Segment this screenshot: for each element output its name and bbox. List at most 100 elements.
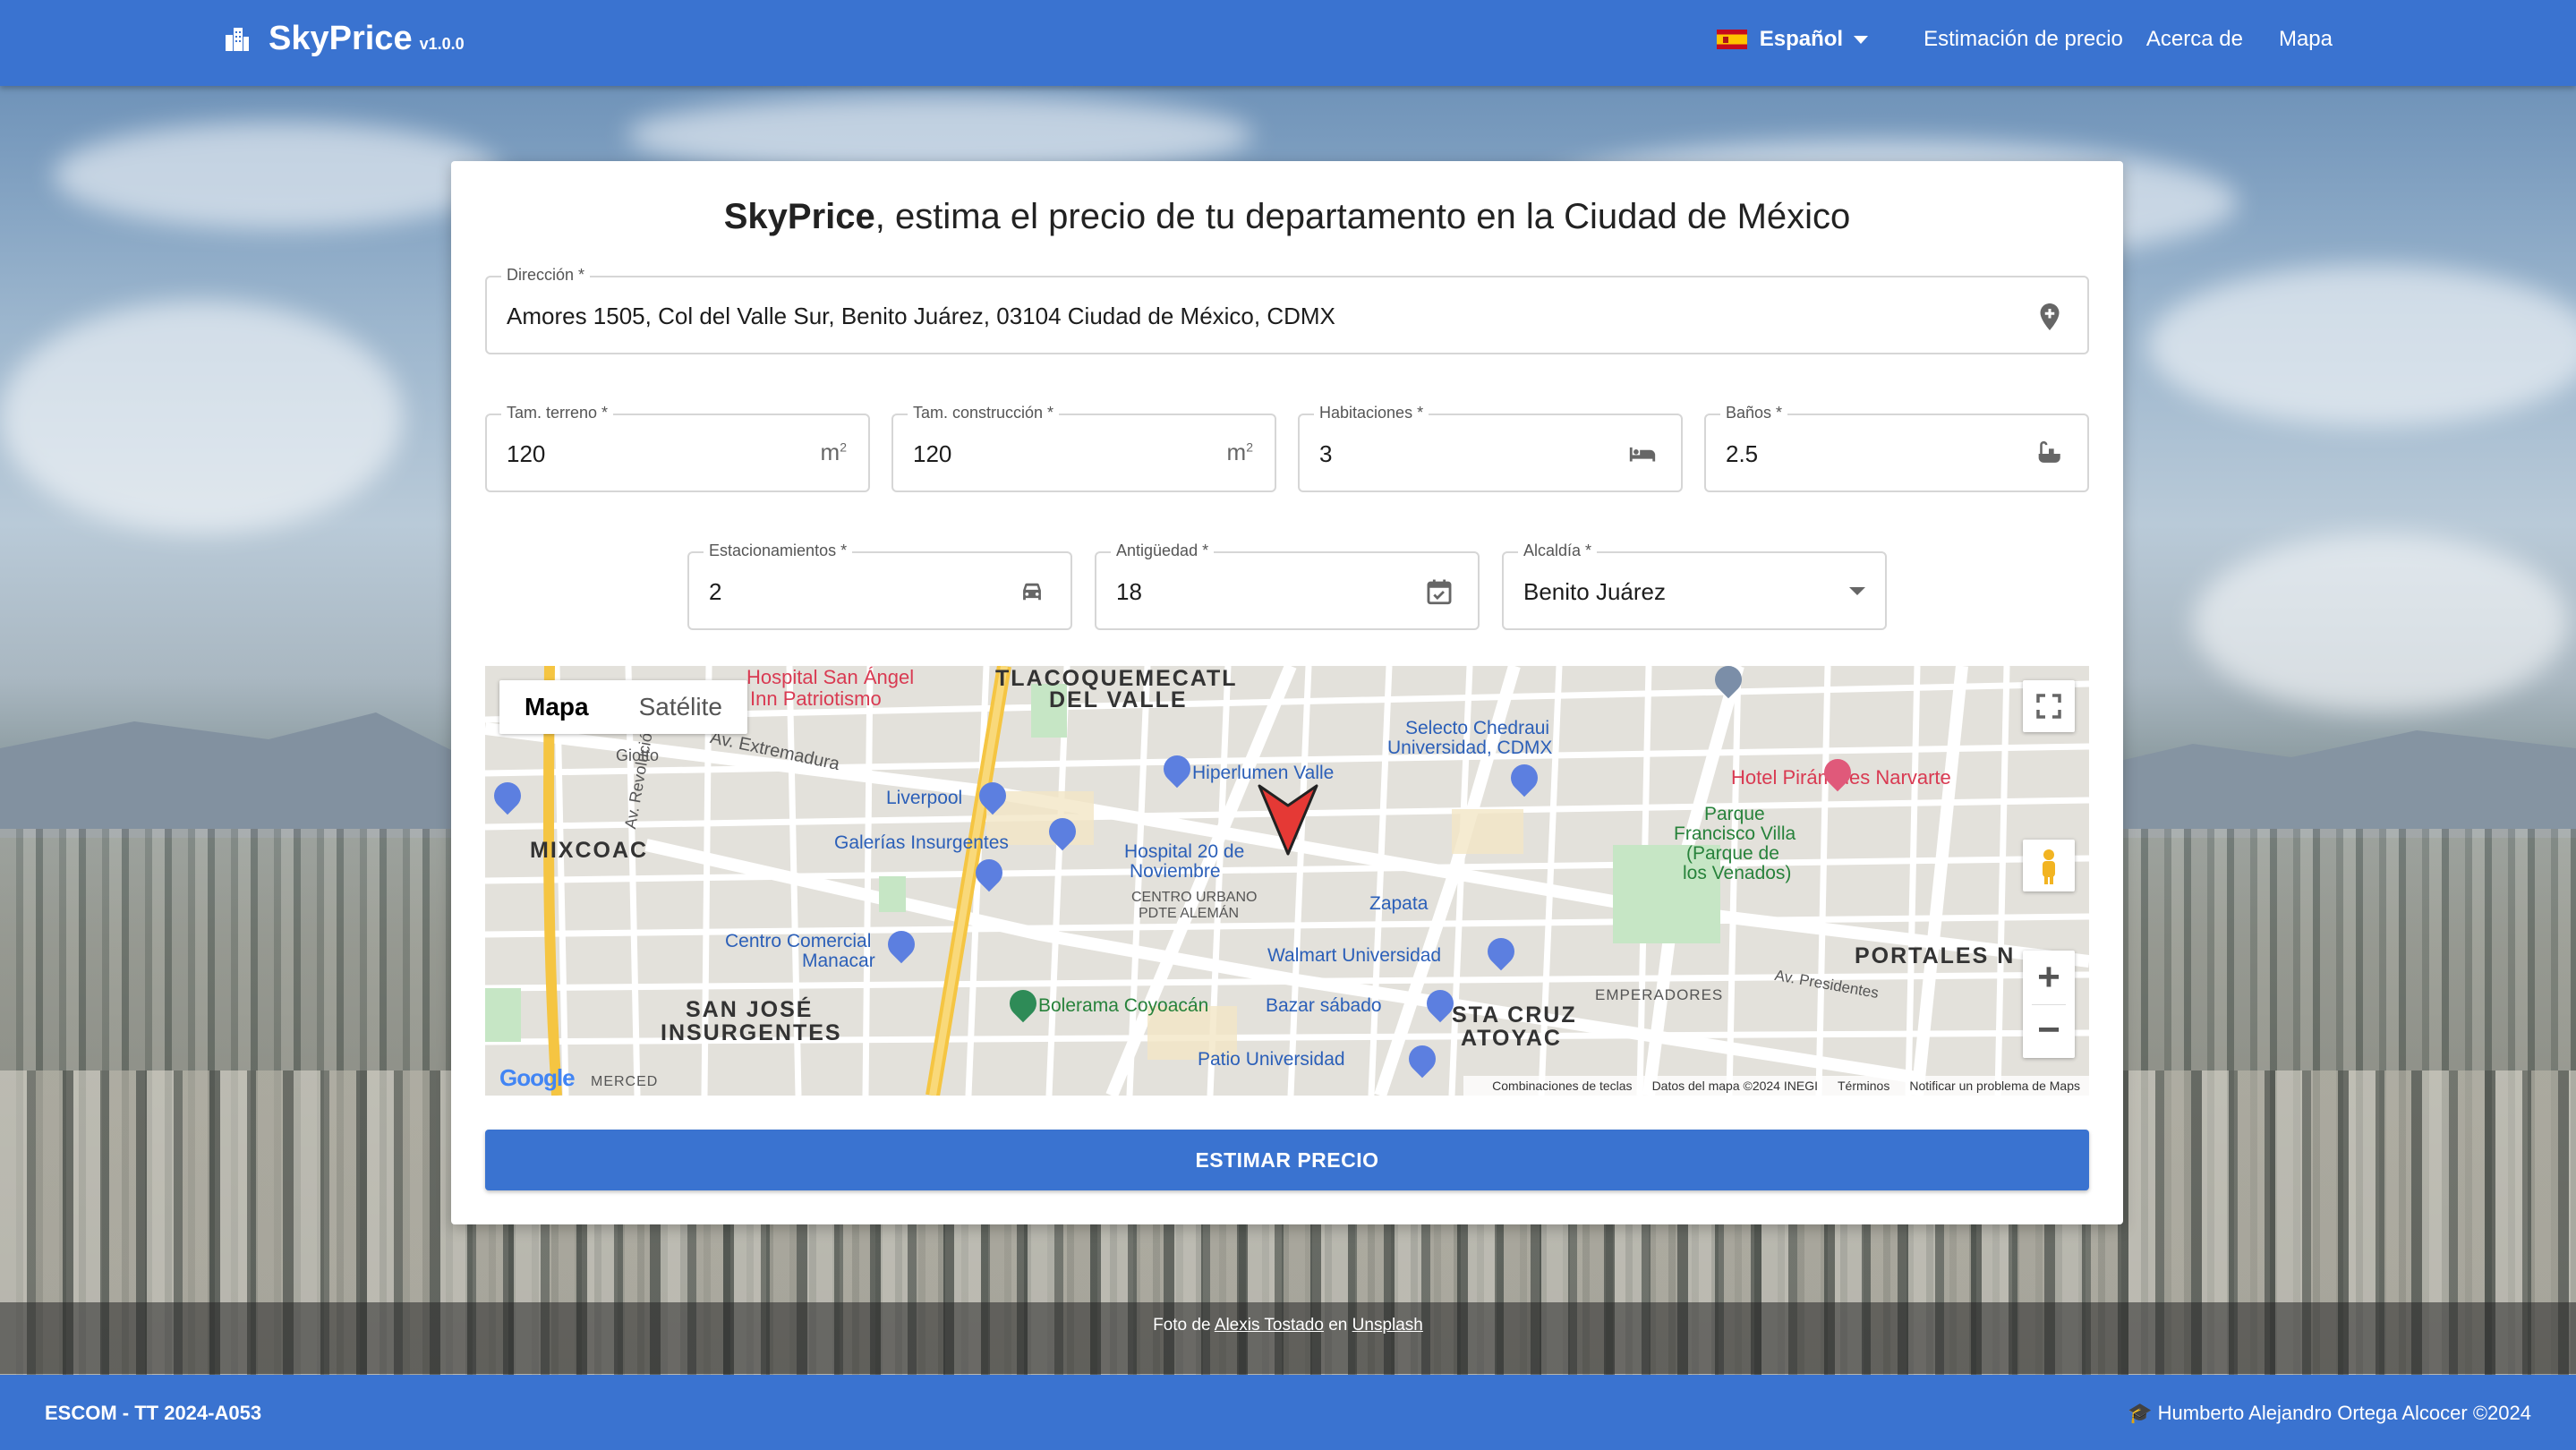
antiguedad-field[interactable]: Antigüedad * 18 — [1095, 542, 1480, 630]
map-label-portales: PORTALES N — [1855, 943, 2016, 968]
street-view-pegman[interactable] — [2023, 840, 2075, 891]
terreno-unit-sup: 2 — [840, 439, 847, 455]
estacionamientos-value: 2 — [709, 578, 722, 605]
zoom-controls: + − — [2023, 951, 2075, 1058]
pegman-icon — [2043, 849, 2055, 884]
estimation-card: SkyPrice, estima el precio de tu departa… — [451, 161, 2123, 1224]
tab-map[interactable]: Mapa — [499, 680, 614, 734]
construccion-unit: m2 — [1227, 439, 1253, 466]
construccion-label: Tam. construcción * — [908, 404, 1060, 422]
footer-author: 🎓 Humberto Alejandro Ortega Alcocer ©202… — [2128, 1402, 2531, 1424]
photo-credit-mid: en — [1323, 1316, 1352, 1335]
photo-credit: Foto de Alexis Tostado en Unsplash — [0, 1316, 2576, 1335]
title-rest: , estima el precio de tu departamento en… — [874, 197, 1851, 236]
brand-version: v1.0.0 — [419, 35, 465, 53]
construccion-value: 120 — [913, 440, 952, 467]
location-marker-icon — [1258, 784, 1318, 856]
map-label-centro-comercial-a: Centro Comercial — [725, 931, 872, 951]
map-label-giotto: Giotto — [616, 746, 660, 764]
map-report-link[interactable]: Notificar un problema de Maps — [1909, 1079, 2080, 1093]
direccion-value: Amores 1505, Col del Valle Sur, Benito J… — [507, 303, 1335, 329]
terreno-value: 120 — [507, 440, 546, 467]
map-label-parque-a: Parque — [1704, 804, 1765, 824]
alcaldia-select[interactable]: Alcaldía * Benito Juárez — [1502, 542, 1887, 630]
antiguedad-label: Antigüedad * — [1111, 542, 1215, 560]
map-label-hospital-20-b: Noviembre — [1130, 861, 1221, 882]
location-pin-add-icon[interactable] — [2034, 301, 2066, 333]
map-label-emperadores: EMPERADORES — [1595, 986, 1724, 1003]
tab-satellite[interactable]: Satélite — [614, 680, 747, 734]
banos-value: 2.5 — [1726, 440, 1759, 467]
footer-project-id: ESCOM - TT 2024-A053 — [45, 1402, 262, 1424]
construccion-field[interactable]: Tam. construcción * 120 m2 — [891, 404, 1276, 492]
nav-menu: Español Estimación de precio Acerca de M… — [1716, 27, 2333, 52]
banos-label: Baños * — [1720, 404, 1788, 422]
terreno-unit: m2 — [821, 439, 847, 466]
nav-acerca[interactable]: Acerca de — [2146, 27, 2243, 52]
habitaciones-field[interactable]: Habitaciones * 3 — [1298, 404, 1683, 492]
bed-icon — [1629, 447, 1656, 462]
map-label-centro-urbano-a: CENTRO URBANO — [1131, 890, 1258, 905]
map-terms-link[interactable]: Términos — [1838, 1079, 1889, 1093]
construccion-unit-base: m — [1226, 439, 1247, 465]
habitaciones-label: Habitaciones * — [1314, 404, 1429, 422]
spain-flag-icon — [1716, 30, 1747, 49]
map-label-liverpool: Liverpool — [886, 788, 963, 808]
city-building-icon — [226, 28, 249, 51]
map-type-tabs: Mapa Satélite — [499, 680, 747, 734]
page-footer: ESCOM - TT 2024-A053 🎓 Humberto Alejandr… — [0, 1375, 2576, 1450]
top-navbar: SkyPrice v1.0.0 Español Estimación de pr… — [0, 0, 2576, 86]
fullscreen-button[interactable] — [2023, 680, 2075, 732]
antiguedad-value: 18 — [1116, 578, 1142, 605]
nav-mapa[interactable]: Mapa — [2279, 27, 2333, 52]
zoom-out-button[interactable]: − — [2023, 1005, 2075, 1058]
map-data-credit: Datos del mapa ©2024 INEGI — [1651, 1079, 1818, 1093]
map-label-insurgentes: INSURGENTES — [661, 1020, 842, 1045]
brand[interactable]: SkyPrice v1.0.0 — [224, 20, 465, 58]
language-selector[interactable]: Español — [1716, 27, 1869, 52]
map-view[interactable]: Mapa Satélite + − TLACOQUEMECATL DEL VAL… — [485, 666, 2089, 1096]
terreno-label: Tam. terreno * — [501, 404, 614, 422]
map-label-centro-urbano-b: PDTE ALEMÁN — [1139, 906, 1240, 921]
caret-down-icon — [1854, 35, 1869, 44]
google-logo-text: Google — [499, 1064, 576, 1091]
map-attribution: Combinaciones de teclas Datos del mapa ©… — [1463, 1076, 2089, 1096]
estimar-precio-button[interactable]: ESTIMAR PRECIO — [485, 1130, 2089, 1190]
map-label-patio: Patio Universidad — [1198, 1049, 1345, 1070]
estacionamientos-label: Estacionamientos * — [704, 542, 853, 560]
map-label-inn-patriotismo: Inn Patriotismo — [750, 687, 882, 710]
map-label-sta-cruz: STA CRUZ — [1452, 1002, 1577, 1028]
zoom-in-button[interactable]: + — [2023, 951, 2075, 1004]
map-label-walmart: Walmart Universidad — [1267, 945, 1442, 966]
map-label-zapata: Zapata — [1369, 893, 1429, 914]
google-logo: Google — [499, 1064, 576, 1092]
map-label-parque-c: (Parque de — [1686, 843, 1779, 864]
map-label-selecto-b: Universidad, CDMX — [1387, 738, 1553, 758]
map-label-bolerama: Bolerama Coyoacán — [1038, 995, 1209, 1016]
map-label-parque-d: los Venados) — [1683, 863, 1792, 883]
terreno-field[interactable]: Tam. terreno * 120 m2 — [485, 404, 870, 492]
nav-estimacion[interactable]: Estimación de precio — [1923, 27, 2123, 52]
alcaldia-value: Benito Juárez — [1523, 578, 1666, 605]
calendar-check-icon — [1427, 579, 1452, 605]
map-label-hospital-20-a: Hospital 20 de — [1124, 841, 1245, 862]
map-label-atoyac: ATOYAC — [1461, 1026, 1562, 1051]
photo-author-link[interactable]: Alexis Tostado — [1215, 1316, 1324, 1335]
direccion-field[interactable]: Dirección * Amores 1505, Col del Valle S… — [485, 266, 2089, 354]
banos-field[interactable]: Baños * 2.5 — [1704, 404, 2089, 492]
car-icon — [1023, 583, 1041, 601]
fullscreen-icon — [2036, 694, 2061, 719]
map-label-san-jose: SAN JOSÉ — [686, 997, 814, 1022]
map-label-parque-b: Francisco Villa — [1674, 823, 1796, 844]
brand-name: SkyPrice — [269, 20, 413, 57]
title-brand: SkyPrice — [723, 197, 875, 236]
map-keyboard-shortcuts[interactable]: Combinaciones de teclas — [1492, 1079, 1632, 1093]
language-label: Español — [1759, 27, 1844, 51]
estacionamientos-field[interactable]: Estacionamientos * 2 — [687, 542, 1072, 630]
photo-credit-prefix: Foto de — [1153, 1316, 1215, 1335]
map-label-centro-comercial-b: Manacar — [802, 951, 875, 971]
map-label-del-valle: DEL VALLE — [1049, 687, 1188, 712]
map-label-merced: MERCED — [591, 1074, 659, 1089]
unsplash-link[interactable]: Unsplash — [1352, 1316, 1423, 1335]
map-label-hiperlumen: Hiperlumen Valle — [1192, 763, 1335, 783]
